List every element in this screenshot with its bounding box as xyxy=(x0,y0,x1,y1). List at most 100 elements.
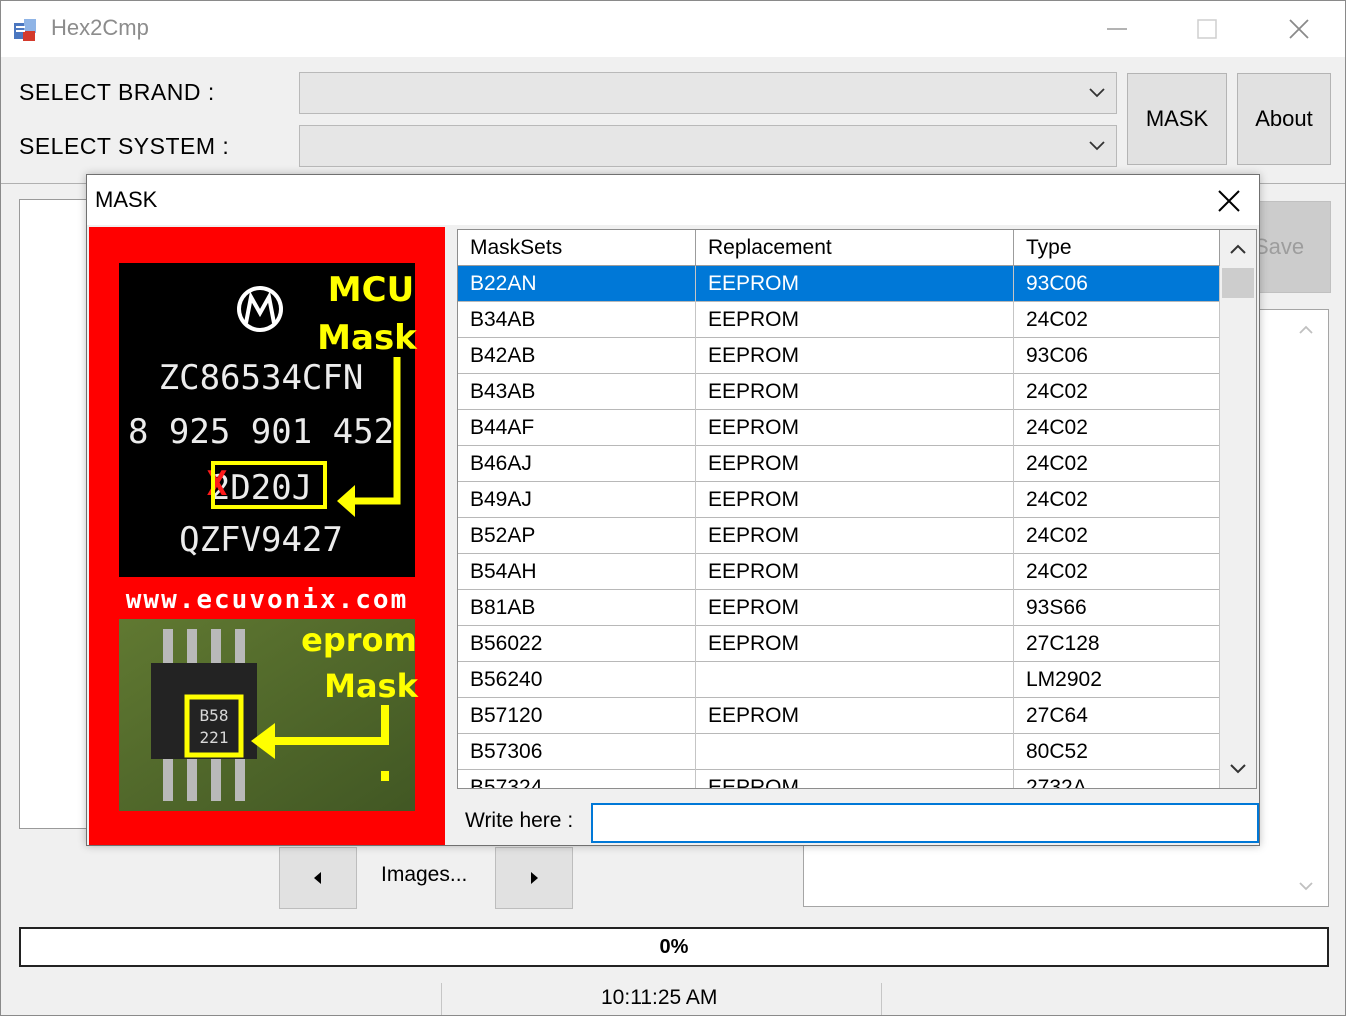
mask-illustration-image: MCU Mask ZC86534CFN 8 925 901 452 2D20J … xyxy=(89,227,445,845)
table-row[interactable]: B44AF EEPROM 24C02 xyxy=(458,410,1220,446)
eprom-chip-line-2: 221 xyxy=(200,728,229,747)
images-label: Images... xyxy=(381,863,468,886)
cell-maskset: B81AB xyxy=(458,590,696,626)
chip-line-4: QZFV9427 xyxy=(179,520,343,560)
close-icon xyxy=(1218,190,1240,212)
table-row[interactable]: B42AB EEPROM 93C06 xyxy=(458,338,1220,374)
cell-maskset: B49AJ xyxy=(458,482,696,518)
table-row[interactable]: B57120 EEPROM 27C64 xyxy=(458,698,1220,734)
write-here-input[interactable] xyxy=(591,803,1259,843)
cell-type: 93C06 xyxy=(1014,338,1220,374)
scroll-down-icon[interactable] xyxy=(1296,876,1316,896)
cell-type: 27C128 xyxy=(1014,626,1220,662)
cell-replacement: EEPROM xyxy=(696,338,1014,374)
save-button[interactable]: Save xyxy=(1257,201,1331,293)
minimize-button[interactable] xyxy=(1087,9,1147,49)
maximize-button[interactable] xyxy=(1177,9,1237,49)
cell-maskset: B56240 xyxy=(458,662,696,698)
cell-replacement: EEPROM xyxy=(696,482,1014,518)
cell-type: 24C02 xyxy=(1014,374,1220,410)
cell-maskset: B44AF xyxy=(458,410,696,446)
cell-replacement: EEPROM xyxy=(696,374,1014,410)
maximize-icon xyxy=(1197,19,1217,39)
table-header: MaskSets Replacement Type xyxy=(458,230,1220,266)
maskset-table[interactable]: MaskSets Replacement Type B22AN EEPROM 93C… xyxy=(457,229,1257,789)
table-row[interactable]: B49AJ EEPROM 24C02 xyxy=(458,482,1220,518)
scrollbar-thumb[interactable] xyxy=(1222,268,1254,298)
dialog-close-button[interactable] xyxy=(1209,185,1249,217)
table-row[interactable]: B22AN EEPROM 93C06 xyxy=(458,266,1220,302)
close-button[interactable] xyxy=(1269,9,1329,49)
table-scrollbar[interactable] xyxy=(1220,230,1256,788)
dialog-title-bar: MASK xyxy=(87,175,1259,225)
cell-replacement: EEPROM xyxy=(696,518,1014,554)
prev-image-button[interactable] xyxy=(279,847,357,909)
table-row[interactable]: B34AB EEPROM 24C02 xyxy=(458,302,1220,338)
mask-dialog: MASK MCU Mask ZC86534CFN 8 925 901 452 2… xyxy=(86,174,1260,846)
table-row[interactable]: B81AB EEPROM 93S66 xyxy=(458,590,1220,626)
column-header-masksets[interactable]: MaskSets xyxy=(458,230,696,266)
chip-line-2: 8 925 901 452 xyxy=(128,412,394,452)
cell-type: 24C02 xyxy=(1014,518,1220,554)
cell-type: 80C52 xyxy=(1014,734,1220,770)
status-separator xyxy=(881,983,882,1015)
table-row[interactable]: B54AH EEPROM 24C02 xyxy=(458,554,1220,590)
minimize-icon xyxy=(1107,28,1127,30)
table-row[interactable]: B56022 EEPROM 27C128 xyxy=(458,626,1220,662)
caret-left-icon xyxy=(314,872,321,884)
column-header-type[interactable]: Type xyxy=(1014,230,1220,266)
cell-replacement: EEPROM xyxy=(696,626,1014,662)
mask-button[interactable]: MASK xyxy=(1127,73,1227,165)
brand-label: SELECT BRAND : xyxy=(19,79,215,105)
column-header-replacement[interactable]: Replacement xyxy=(696,230,1014,266)
cell-type: 27C64 xyxy=(1014,698,1220,734)
image-panel xyxy=(19,199,91,829)
eprom-mask-label: Mask xyxy=(324,667,418,705)
cell-replacement xyxy=(696,734,1014,770)
window-title: Hex2Cmp xyxy=(51,15,149,40)
title-bar: Hex2Cmp xyxy=(1,1,1345,57)
scroll-up-icon[interactable] xyxy=(1296,320,1316,340)
cell-replacement: EEPROM xyxy=(696,554,1014,590)
table-row[interactable]: B57306 80C52 xyxy=(458,734,1220,770)
cell-type: 24C02 xyxy=(1014,554,1220,590)
cell-maskset: B56022 xyxy=(458,626,696,662)
app-icon xyxy=(14,19,36,41)
table-row[interactable]: B52AP EEPROM 24C02 xyxy=(458,518,1220,554)
cell-type: 93C06 xyxy=(1014,266,1220,302)
table-row[interactable]: B43AB EEPROM 24C02 xyxy=(458,374,1220,410)
caret-right-icon xyxy=(531,872,538,884)
next-image-button[interactable] xyxy=(495,847,573,909)
cell-maskset: B42AB xyxy=(458,338,696,374)
website-text: www.ecuvonix.com xyxy=(126,585,408,615)
about-button[interactable]: About xyxy=(1237,73,1331,165)
cell-type: LM2902 xyxy=(1014,662,1220,698)
cross-mark-icon: X xyxy=(207,464,228,504)
cell-replacement: EEPROM xyxy=(696,410,1014,446)
cell-maskset: B22AN xyxy=(458,266,696,302)
save-label: Save xyxy=(1257,234,1305,259)
cell-maskset: B57306 xyxy=(458,734,696,770)
scroll-up-icon[interactable] xyxy=(1226,238,1250,262)
cell-maskset: B52AP xyxy=(458,518,696,554)
chip-line-1: ZC86534CFN xyxy=(159,358,364,398)
cell-maskset: B34AB xyxy=(458,302,696,338)
status-time: 10:11:25 AM xyxy=(601,986,718,1009)
system-select[interactable] xyxy=(299,125,1117,167)
table-row[interactable]: B46AJ EEPROM 24C02 xyxy=(458,446,1220,482)
brand-select[interactable] xyxy=(299,72,1117,114)
cell-replacement: EEPROM xyxy=(696,698,1014,734)
scroll-down-icon[interactable] xyxy=(1226,756,1250,780)
cell-replacement xyxy=(696,662,1014,698)
chevron-down-icon xyxy=(1089,141,1105,151)
cell-maskset: B46AJ xyxy=(458,446,696,482)
mcu-label: MCU xyxy=(328,270,414,310)
table-row[interactable]: B57324 EEPROM 2732A xyxy=(458,770,1220,788)
cell-replacement: EEPROM xyxy=(696,266,1014,302)
cell-maskset: B43AB xyxy=(458,374,696,410)
cell-type: 93S66 xyxy=(1014,590,1220,626)
table-row[interactable]: B56240 LM2902 xyxy=(458,662,1220,698)
cell-type: 24C02 xyxy=(1014,482,1220,518)
write-here-label: Write here : xyxy=(465,809,574,832)
cell-replacement: EEPROM xyxy=(696,302,1014,338)
